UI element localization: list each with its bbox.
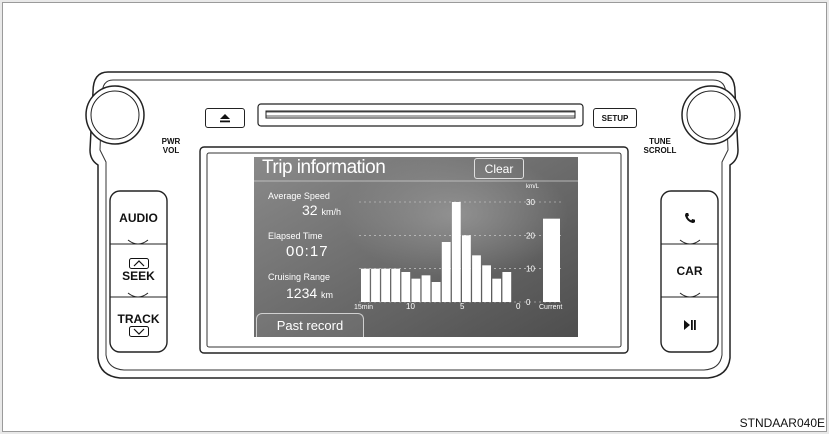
bar — [371, 268, 380, 302]
average-speed-value: 32 — [302, 202, 318, 218]
bar — [502, 272, 512, 302]
cruising-range-unit: km — [321, 290, 334, 300]
bar — [361, 268, 370, 302]
bar — [482, 265, 491, 302]
bar — [492, 278, 502, 302]
eject-button[interactable] — [205, 108, 245, 128]
cruising-range-value: 1234 — [286, 285, 318, 301]
y-tick-label: 30 — [526, 198, 535, 207]
x-tick-label: 5 — [460, 302, 465, 311]
y-tick-label: 10 — [526, 265, 535, 274]
average-speed-label: Average Speed — [268, 191, 330, 201]
play-pause-button[interactable] — [661, 297, 718, 352]
x-tick-label: 15min — [354, 304, 373, 311]
seek-button[interactable]: SEEK — [110, 244, 167, 297]
eject-icon — [220, 114, 230, 123]
y-tick-label: 0 — [526, 298, 531, 307]
x-tick-label: 0 — [516, 302, 521, 311]
bar — [381, 268, 390, 302]
bar — [411, 278, 421, 302]
bar — [421, 275, 431, 302]
bar — [472, 255, 481, 302]
setup-button[interactable]: SETUP — [593, 108, 637, 128]
average-speed-readout: 32 km/h — [302, 202, 341, 218]
x-tick-label: Current — [539, 304, 562, 311]
bar — [431, 282, 441, 302]
power-volume-knob[interactable] — [86, 86, 144, 144]
tune-scroll-knob[interactable] — [682, 86, 740, 144]
car-button[interactable]: CAR — [661, 244, 718, 297]
bar — [391, 268, 401, 302]
cruising-range-label: Cruising Range — [268, 272, 331, 282]
y-unit-label: km/L — [526, 184, 540, 190]
clear-button[interactable]: Clear — [474, 158, 524, 179]
scroll-label: SCROLL — [643, 146, 677, 155]
x-tick-label: 10 — [406, 302, 415, 311]
track-down-icon — [128, 326, 149, 337]
pwr-label: PWR — [161, 137, 181, 146]
bar — [462, 235, 471, 302]
elapsed-time-value: 00:17 — [286, 243, 329, 260]
car-label: CAR — [676, 263, 703, 278]
elapsed-time-label: Elapsed Time — [268, 231, 323, 241]
average-speed-unit: km/h — [321, 207, 341, 217]
seek-label: SEEK — [122, 269, 155, 283]
phone-icon — [684, 212, 695, 223]
setup-label: SETUP — [601, 113, 629, 123]
figure-code: STNDAAR040E — [739, 416, 825, 430]
bar — [451, 202, 461, 302]
audio-button[interactable]: AUDIO — [110, 191, 167, 244]
clear-label: Clear — [484, 161, 514, 176]
past-record-label: Past record — [276, 318, 344, 333]
audio-label: AUDIO — [119, 210, 158, 225]
cruising-range-readout: 1234 km — [286, 285, 333, 301]
seek-up-icon — [128, 258, 149, 269]
screen-title: Trip information — [262, 157, 386, 178]
track-button[interactable]: TRACK — [110, 297, 167, 352]
y-tick-label: 20 — [526, 231, 535, 240]
vol-label: VOL — [162, 146, 180, 155]
tune-scroll-label: TUNE SCROLL — [642, 137, 678, 155]
bar — [401, 272, 411, 302]
tune-label: TUNE — [649, 137, 671, 146]
track-label: TRACK — [117, 312, 160, 326]
play-pause-icon — [683, 319, 696, 330]
current-bar — [543, 218, 560, 302]
bar — [441, 242, 451, 302]
phone-button[interactable] — [661, 191, 718, 244]
past-record-button[interactable]: Past record — [256, 313, 364, 337]
pwr-vol-label: PWR VOL — [157, 137, 185, 155]
